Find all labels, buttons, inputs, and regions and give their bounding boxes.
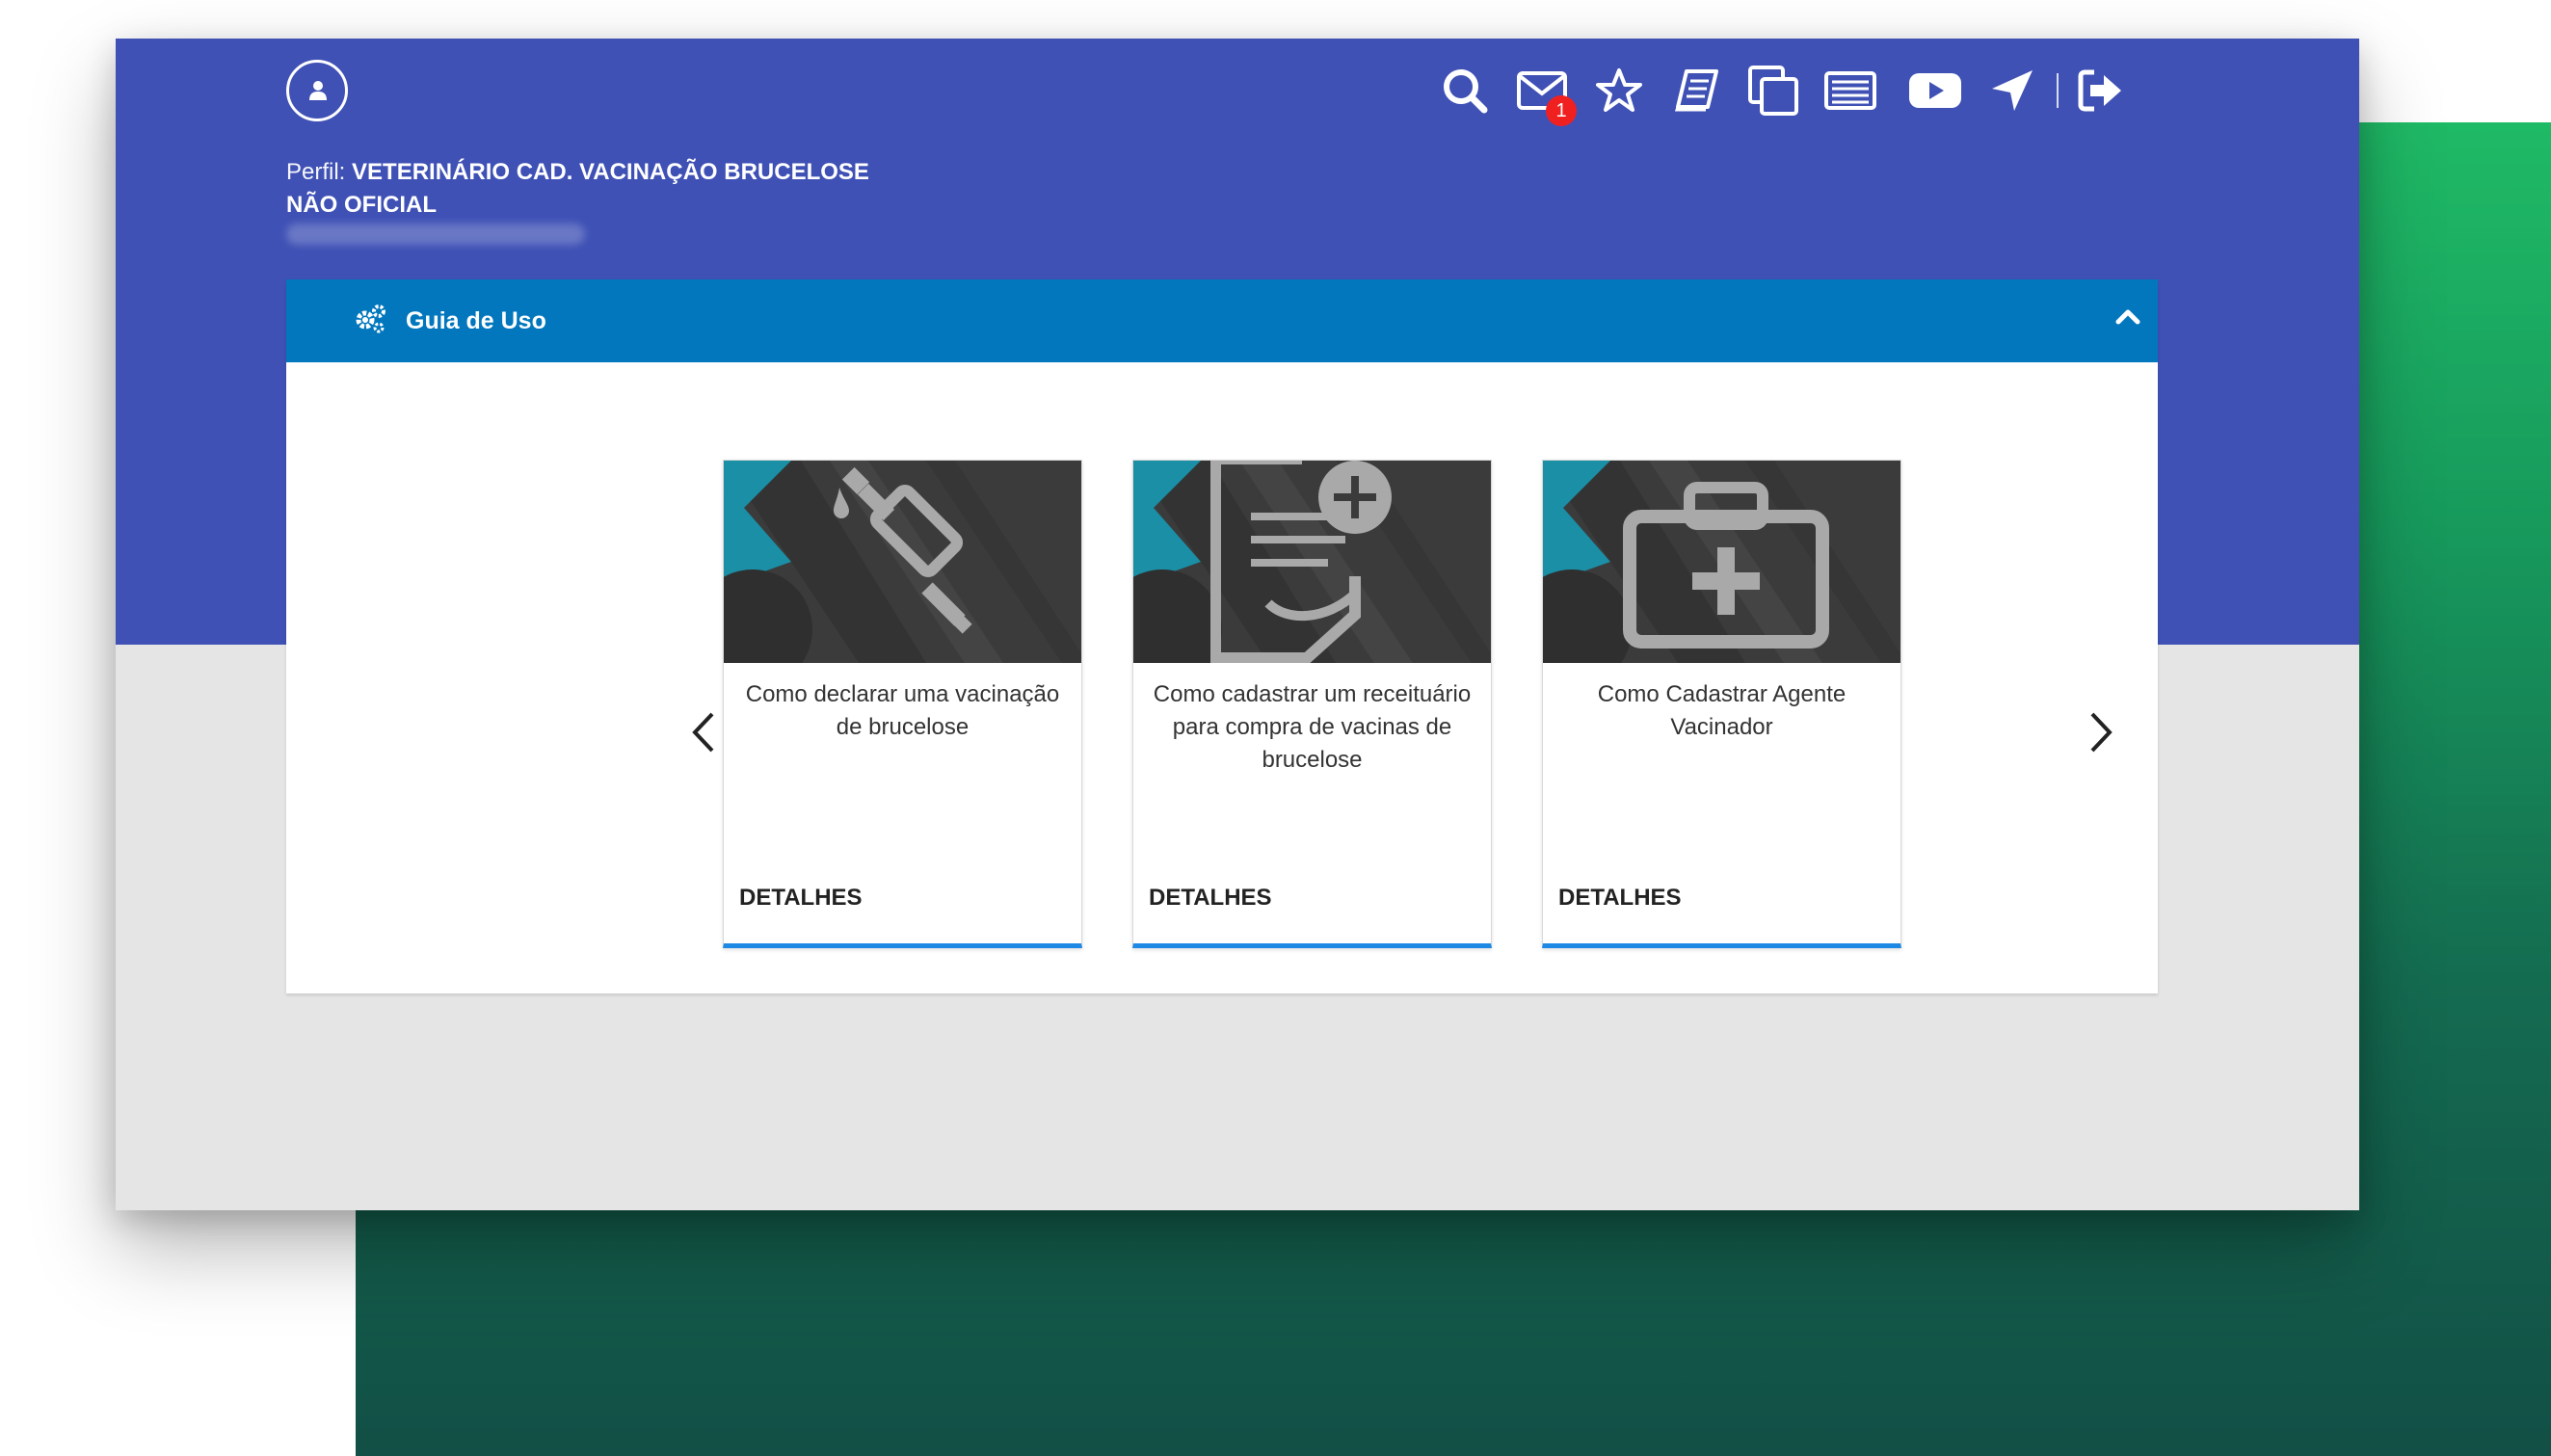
medical-kit-icon: [1623, 482, 1829, 649]
details-link[interactable]: DETALHES: [1558, 885, 1682, 912]
profile-label: Perfil:: [286, 159, 353, 185]
book-icon: [1674, 69, 1718, 112]
syringe-icon: [834, 466, 972, 634]
navigation-button[interactable]: [1983, 59, 2041, 122]
guide-title: Guia de Uso: [406, 307, 546, 334]
guide-panel-header[interactable]: Guia de Uso: [286, 279, 2158, 362]
copy-icon: [1748, 66, 1798, 116]
youtube-icon: [1909, 73, 1961, 108]
card-title: Como Cadastrar Agente Vacinador: [1597, 681, 1847, 740]
blurred-user-info: [286, 224, 585, 245]
copy-button[interactable]: [1744, 59, 1802, 122]
guide-panel: Guia de Uso Como declarar uma vacinação …: [286, 279, 2158, 993]
toolbar-separator: [2057, 73, 2059, 108]
search-icon: [1444, 69, 1488, 114]
search-button[interactable]: [1436, 59, 1494, 122]
manual-button[interactable]: [1667, 59, 1725, 122]
favorites-button[interactable]: [1590, 59, 1648, 122]
mail-badge: 1: [1546, 95, 1577, 126]
card-image: [1543, 461, 1900, 663]
guide-card-vaccination[interactable]: Como declarar uma vacinação de brucelose…: [723, 460, 1082, 948]
card-image: [1133, 461, 1491, 663]
details-link[interactable]: DETALHES: [1149, 885, 1272, 912]
card-title: Como declarar uma vacinação de brucelose: [745, 681, 1060, 740]
carousel-prev-button[interactable]: [679, 694, 728, 771]
guide-card-agent[interactable]: Como Cadastrar Agente Vacinador DETALHES: [1542, 460, 1901, 948]
navigation-icon: [1992, 70, 2033, 111]
top-toolbar: 1: [1436, 56, 2149, 126]
user-avatar-button[interactable]: [286, 60, 348, 121]
guide-card-prescription[interactable]: Como cadastrar um receituário para compr…: [1132, 460, 1492, 948]
star-icon: [1596, 68, 1642, 112]
details-link[interactable]: DETALHES: [739, 885, 863, 912]
chevron-right-icon: [2090, 712, 2113, 753]
chevron-up-icon[interactable]: [2113, 303, 2142, 331]
carousel-next-button[interactable]: [2077, 694, 2125, 771]
logout-icon: [2078, 69, 2121, 112]
gears-icon: [356, 304, 385, 333]
card-title: Como cadastrar um receituário para compr…: [1153, 681, 1472, 773]
app-window: Perfil: VETERINÁRIO CAD. VACINAÇÃO BRUCE…: [116, 39, 2359, 1210]
logout-button[interactable]: [2072, 59, 2130, 122]
card-image: [724, 461, 1081, 663]
list-icon: [1824, 71, 1876, 110]
list-button[interactable]: [1821, 59, 1879, 122]
prescription-icon: [1210, 461, 1392, 663]
profile-name: VETERINÁRIO CAD. VACINAÇÃO BRUCELOSE NÃO…: [286, 159, 869, 218]
chevron-left-icon: [692, 712, 714, 753]
profile-info: Perfil: VETERINÁRIO CAD. VACINAÇÃO BRUCE…: [286, 156, 903, 222]
user-icon: [309, 81, 327, 100]
messages-button[interactable]: 1: [1513, 59, 1577, 126]
youtube-button[interactable]: [1906, 59, 1964, 122]
